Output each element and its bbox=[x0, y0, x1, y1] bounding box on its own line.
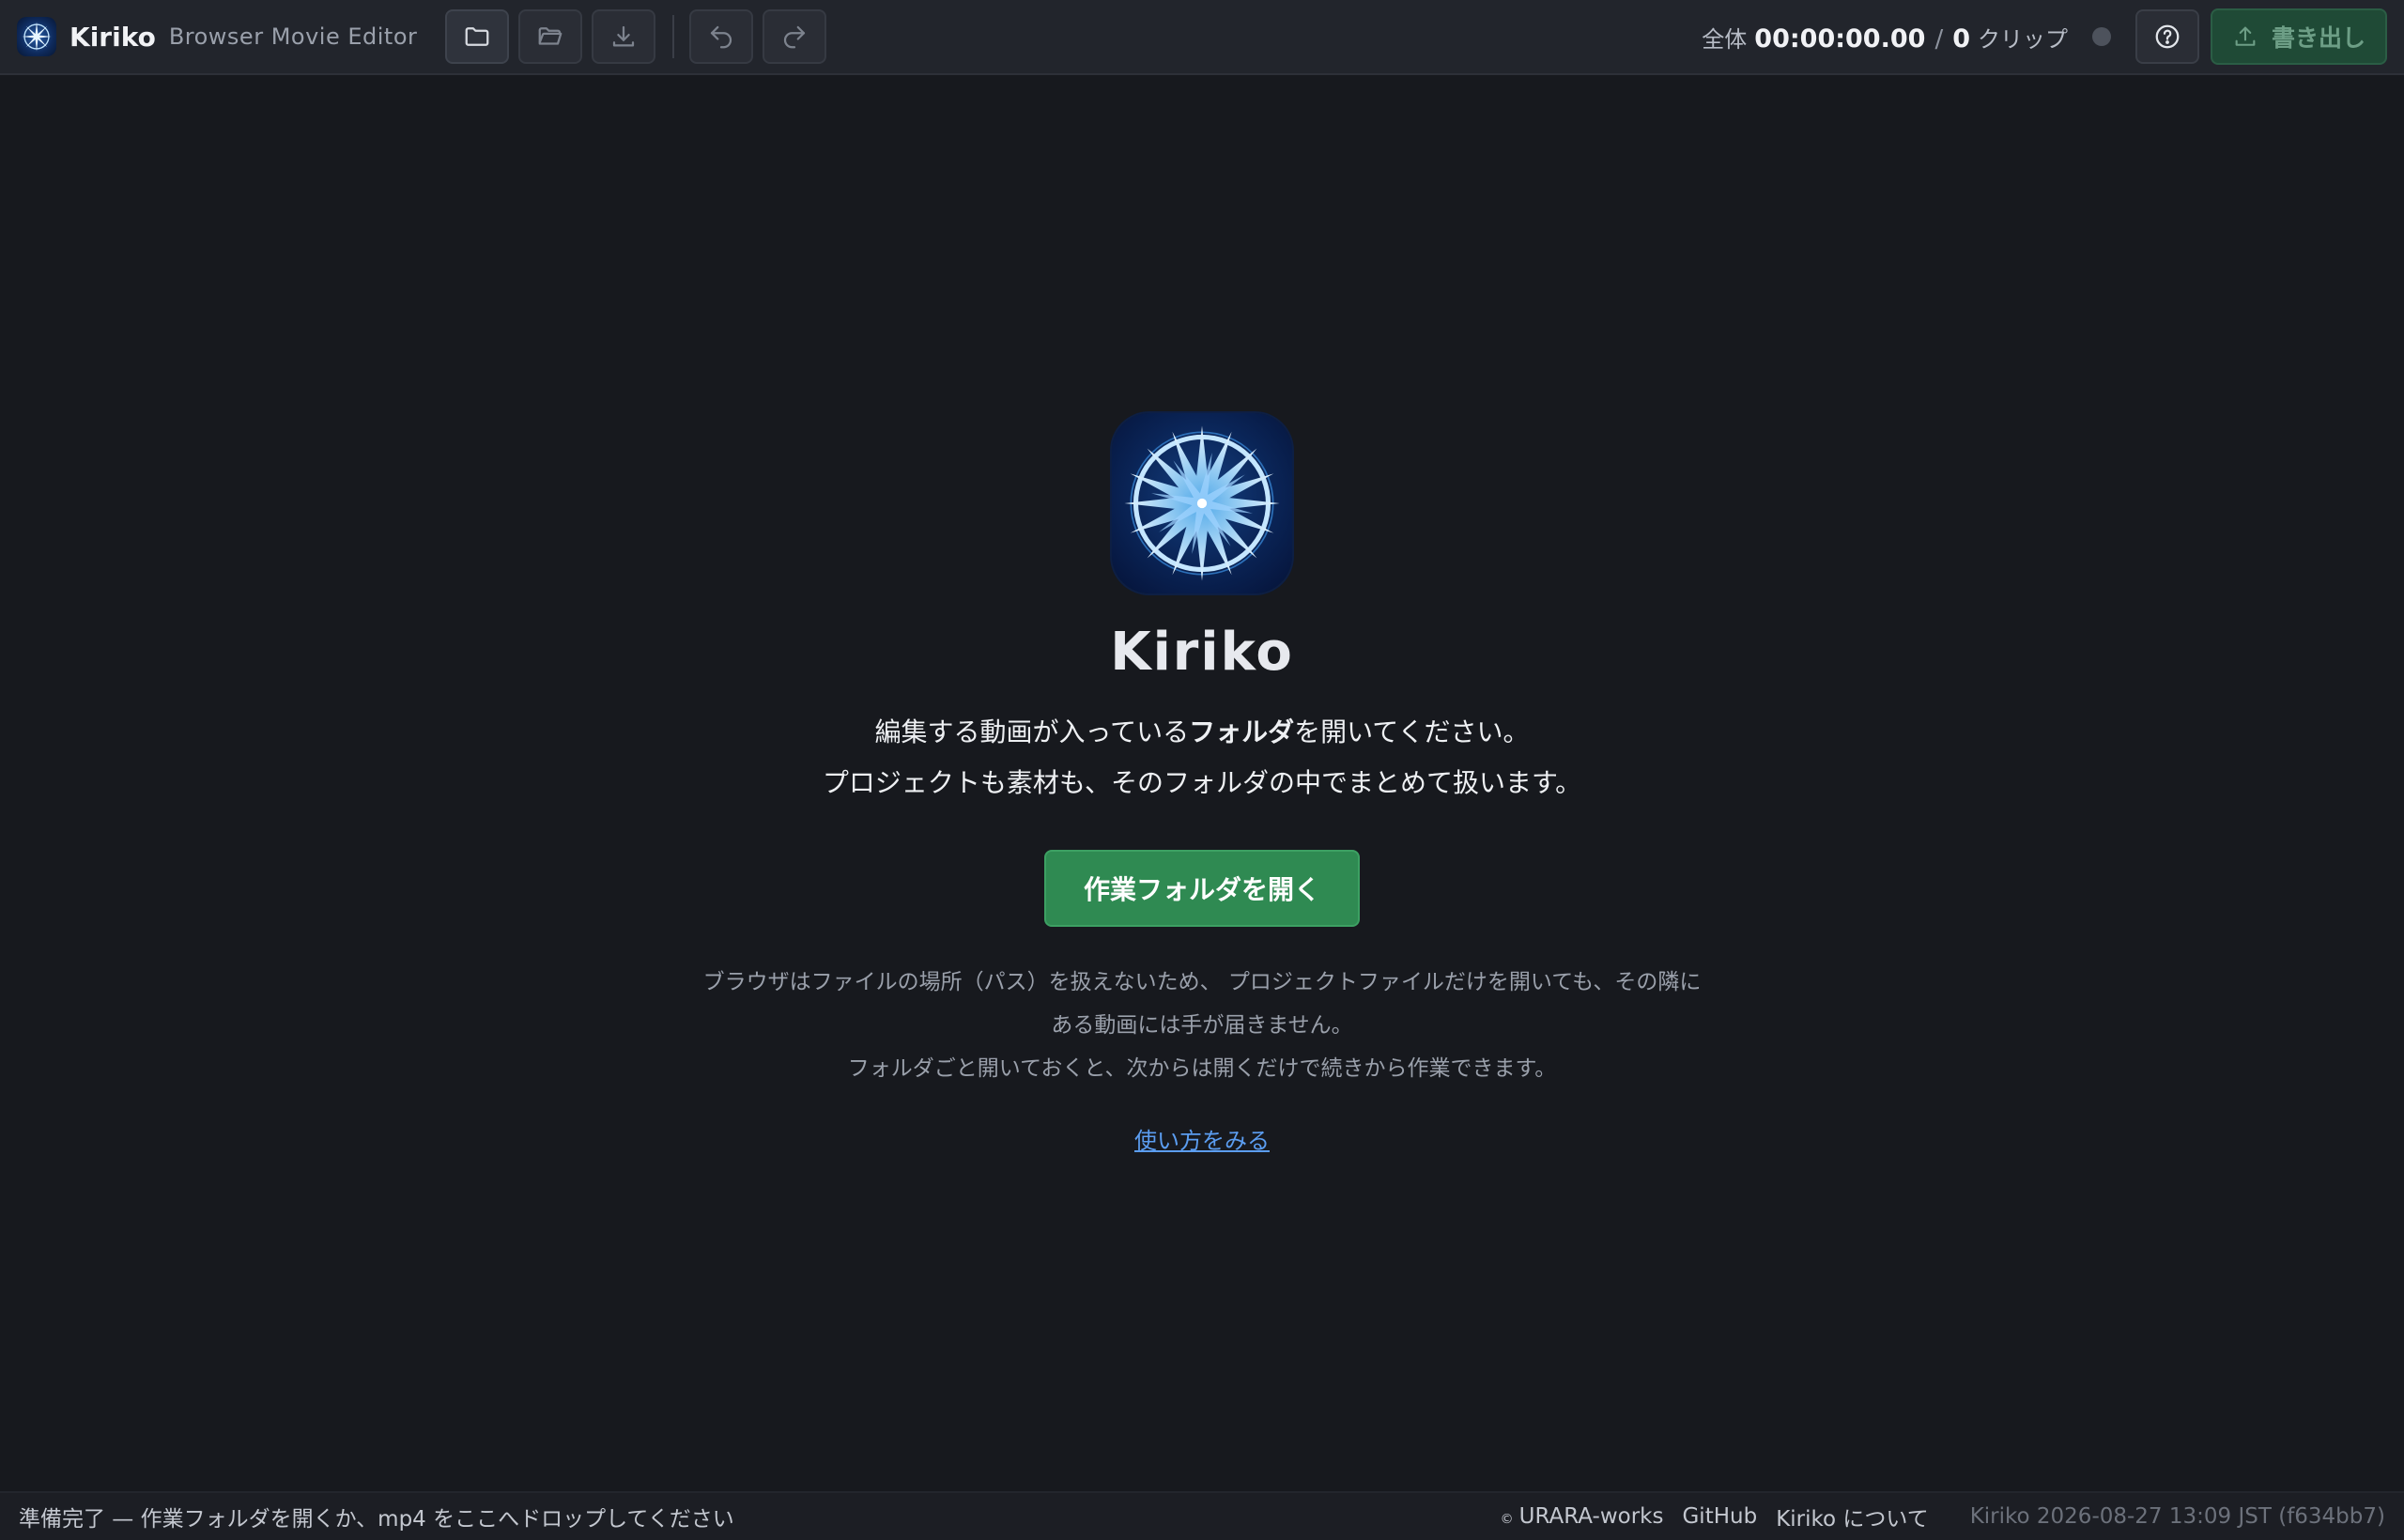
lead-line-2: プロジェクトも素材も、そのフォルダの中でまとめて扱います。 bbox=[822, 767, 1582, 798]
open-working-folder-button[interactable]: 作業フォルダを開く bbox=[1044, 850, 1360, 927]
total-duration: 全体 00:00:00.00 / 0 クリップ bbox=[1702, 21, 2068, 54]
kiriko-logo-icon bbox=[17, 17, 56, 56]
welcome-lead: 編集する動画が入っているフォルダを開いてください。 プロジェクトも素材も、そのフ… bbox=[823, 707, 1581, 808]
folder-open-icon bbox=[539, 27, 562, 45]
help-button[interactable] bbox=[2135, 9, 2199, 64]
redo-button[interactable] bbox=[763, 9, 827, 64]
total-time: 00:00:00.00 bbox=[1754, 23, 1926, 54]
export-label: 書き出し bbox=[2271, 24, 2365, 52]
status-bar-right: © URARA-works GitHub Kiriko について Kiriko 2… bbox=[1501, 1501, 2404, 1532]
copyright-link[interactable]: URARA-works bbox=[1519, 1504, 1664, 1529]
about-link[interactable]: Kiriko について bbox=[1776, 1501, 1929, 1532]
export-button[interactable]: 書き出し bbox=[2211, 8, 2387, 65]
clip-unit: クリップ bbox=[1978, 25, 2068, 53]
lead-line-1-post: を開いてください。 bbox=[1294, 716, 1530, 747]
lead-line-1-pre: 編集する動画が入っている bbox=[874, 716, 1190, 747]
status-message: 準備完了 — 作業フォルダを開くか、mp4 をここへドロップしてください bbox=[19, 1507, 734, 1532]
folder-icon bbox=[466, 27, 489, 46]
total-label: 全体 bbox=[1702, 25, 1748, 53]
save-button[interactable] bbox=[592, 9, 656, 64]
top-toolbar: Kiriko Browser Movie Editor 全体 00:00:00.… bbox=[0, 0, 2404, 75]
how-to-use-link[interactable]: 使い方をみる bbox=[1134, 1122, 1270, 1155]
status-indicator bbox=[2092, 27, 2111, 46]
undo-icon bbox=[711, 25, 732, 49]
undo-button[interactable] bbox=[689, 9, 754, 64]
clip-count: 0 bbox=[1952, 23, 1970, 54]
total-separator: / bbox=[1934, 24, 1944, 54]
note-line-1: ブラウザはファイルの場所（パス）を扱えないため、 プロジェクトファイルだけを開い… bbox=[702, 970, 1702, 994]
welcome-title: Kiriko bbox=[1110, 622, 1294, 683]
build-info: Kiriko 2026-08-27 13:09 JST (f634bb7) bbox=[1969, 1504, 2385, 1529]
redo-icon bbox=[784, 25, 806, 49]
copyright-symbol: © bbox=[1500, 1512, 1514, 1527]
kiriko-app-icon bbox=[1112, 413, 1292, 593]
upload-icon bbox=[2235, 26, 2256, 46]
open-project-button[interactable] bbox=[518, 9, 583, 64]
note-line-2: ある動画には手が届きません。 bbox=[1051, 1013, 1353, 1038]
lead-line-1: 編集する動画が入っているフォルダを開いてください。 bbox=[823, 707, 1581, 758]
note-line-3: フォルダごと開いておくと、次からは開くだけで続きから作業できます。 bbox=[847, 1056, 1557, 1081]
lead-line-1-bold: フォルダ bbox=[1189, 716, 1295, 747]
new-folder-button[interactable] bbox=[445, 9, 510, 64]
github-link[interactable]: GitHub bbox=[1682, 1504, 1757, 1529]
welcome-note: ブラウザはファイルの場所（パス）を扱えないため、 プロジェクトファイルだけを開い… bbox=[703, 961, 1702, 1090]
app-subtitle: Browser Movie Editor bbox=[168, 23, 418, 50]
toolbar-divider bbox=[672, 15, 675, 58]
download-icon bbox=[613, 25, 635, 47]
welcome-panel: Kiriko 編集する動画が入っているフォルダを開いてください。 プロジェクトも… bbox=[0, 413, 2404, 1155]
copyright: © URARA-works bbox=[1501, 1504, 1664, 1529]
help-circle-icon bbox=[2155, 24, 2180, 49]
status-bar: 準備完了 — 作業フォルダを開くか、mp4 をここへドロップしてください © UR… bbox=[0, 1491, 2404, 1540]
brand: Kiriko Browser Movie Editor bbox=[17, 17, 417, 56]
app-name: Kiriko bbox=[69, 21, 156, 53]
